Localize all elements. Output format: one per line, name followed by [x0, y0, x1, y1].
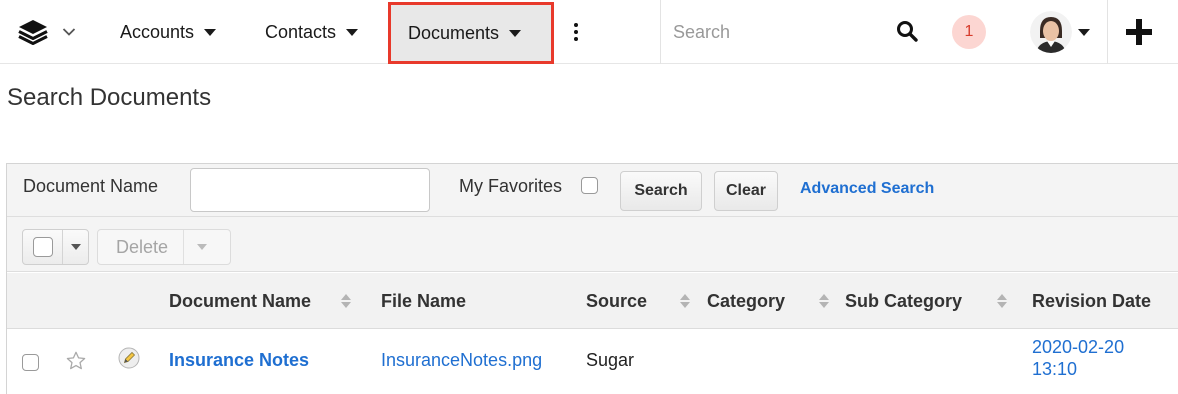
- source-cell: Sugar: [586, 350, 635, 370]
- user-menu-button[interactable]: [1030, 10, 1090, 54]
- nav-tab-contacts[interactable]: Contacts: [265, 0, 359, 64]
- caret-down-icon: [346, 28, 359, 36]
- mass-actions-bar: Delete: [7, 217, 1178, 272]
- more-actions-toggle[interactable]: [183, 230, 219, 264]
- document-name-link[interactable]: Insurance Notes: [169, 350, 309, 371]
- document-name-input[interactable]: [190, 168, 430, 212]
- column-header-revision-date[interactable]: Revision Date: [1032, 291, 1151, 312]
- revision-time: 13:10: [1032, 359, 1078, 379]
- avatar: [1030, 11, 1072, 53]
- nav-divider: [1107, 0, 1108, 64]
- file-name-link[interactable]: InsuranceNotes.png: [381, 350, 542, 371]
- column-header-source[interactable]: Source: [586, 291, 647, 312]
- nav-tab-accounts[interactable]: Accounts: [120, 0, 217, 64]
- caret-down-icon: [1078, 28, 1090, 36]
- column-header-document-name[interactable]: Document Name: [169, 291, 311, 312]
- table-header: Document Name File Name Source Category …: [7, 273, 1178, 329]
- notification-count: 1: [964, 23, 974, 40]
- star-icon[interactable]: [65, 350, 87, 372]
- sort-icon[interactable]: [679, 292, 691, 310]
- select-all-checkbox[interactable]: [33, 237, 53, 257]
- column-header-sub-category[interactable]: Sub Category: [845, 291, 962, 312]
- list-view-panel: Document Name My Favorites Search Clear …: [6, 163, 1178, 394]
- page-title: Search Documents: [7, 84, 212, 111]
- select-options-toggle[interactable]: [62, 230, 88, 264]
- caret-down-icon: [196, 244, 207, 250]
- top-navigation-bar: Accounts Contacts Documents 1: [0, 0, 1178, 64]
- sort-icon[interactable]: [996, 292, 1008, 310]
- nav-tab-label: Accounts: [120, 21, 195, 42]
- delete-label: Delete: [116, 236, 169, 257]
- caret-down-icon: [509, 29, 522, 37]
- my-favorites-label: My Favorites: [459, 176, 563, 196]
- clear-button[interactable]: Clear: [714, 171, 778, 211]
- document-name-label: Document Name: [23, 176, 159, 196]
- search-button[interactable]: Search: [620, 171, 702, 211]
- sort-icon[interactable]: [818, 292, 830, 310]
- nav-tab-label: Contacts: [265, 21, 337, 42]
- row-checkbox[interactable]: [22, 354, 39, 371]
- caret-down-icon: [70, 244, 81, 250]
- sort-icon[interactable]: [340, 292, 352, 310]
- select-all-dropdown[interactable]: [22, 229, 89, 265]
- plus-icon[interactable]: [1126, 19, 1152, 45]
- table-row: Insurance Notes InsuranceNotes.png Sugar…: [7, 330, 1178, 394]
- revision-date: 2020-02-20: [1032, 337, 1125, 357]
- edit-pencil-icon[interactable]: [118, 347, 140, 369]
- layers-logo-icon: [18, 20, 48, 45]
- nav-tab-documents[interactable]: Documents: [388, 2, 554, 64]
- notifications-badge[interactable]: 1: [952, 15, 986, 49]
- more-vertical-icon: [574, 23, 578, 41]
- chevron-down-icon: [62, 28, 76, 36]
- revision-date-link[interactable]: 2020-02-20 13:10: [1032, 336, 1124, 380]
- advanced-search-link[interactable]: Advanced Search: [800, 180, 934, 198]
- caret-down-icon: [204, 28, 217, 36]
- nav-tab-label: Documents: [408, 22, 500, 43]
- search-icon[interactable]: [896, 20, 918, 42]
- column-header-category[interactable]: Category: [707, 291, 785, 312]
- column-header-file-name[interactable]: File Name: [381, 291, 466, 312]
- delete-button[interactable]: Delete: [97, 229, 231, 265]
- search-filter-bar: Document Name My Favorites Search Clear …: [7, 164, 1178, 217]
- my-favorites-checkbox[interactable]: [581, 177, 598, 194]
- app-menu-button[interactable]: [18, 0, 76, 64]
- more-modules-button[interactable]: [570, 0, 582, 64]
